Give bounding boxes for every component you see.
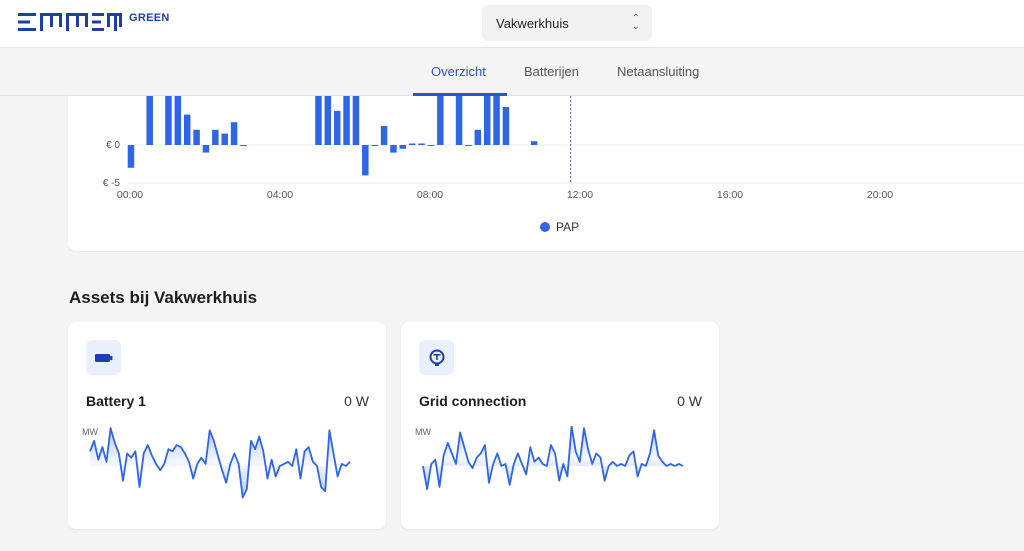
chart-bar[interactable] xyxy=(408,143,416,145)
asset-name: Grid connection xyxy=(419,393,527,409)
y-tick-label: € 0 xyxy=(106,140,120,151)
chart-bar[interactable] xyxy=(380,126,388,145)
chart-bar[interactable] xyxy=(427,145,435,146)
battery-icon xyxy=(94,353,112,362)
chart-bar[interactable] xyxy=(530,141,538,145)
location-select-value: Vakwerkhuis xyxy=(496,15,569,31)
chart-bar[interactable] xyxy=(455,96,463,145)
x-tick-label: 00:00 xyxy=(117,189,143,201)
chart-bar[interactable] xyxy=(240,145,247,146)
chart-bar[interactable] xyxy=(493,96,500,145)
tab-batterijen[interactable]: Batterijen xyxy=(524,64,579,79)
x-tick-label: 08:00 xyxy=(417,189,443,201)
chart-bar[interactable] xyxy=(362,145,369,176)
emma-wordmark-icon xyxy=(18,13,122,31)
x-tick-label: 12:00 xyxy=(567,189,593,201)
chart-bar[interactable] xyxy=(127,145,135,168)
chart-bar[interactable] xyxy=(165,96,172,145)
price-chart-card: € 0 € -5 00:00 04:00 08:00 12:00 16:00 20:00 PA… xyxy=(68,96,1024,251)
chart-bar[interactable] xyxy=(483,96,491,145)
chart-bar[interactable] xyxy=(418,143,425,145)
legend-dot-pap xyxy=(540,222,550,232)
asset-sparkline xyxy=(422,426,684,490)
chevron-updown-icon: ⌃ ⌄ xyxy=(631,13,640,32)
asset-sparkline xyxy=(89,427,351,499)
asset-power-value: 0 W xyxy=(344,393,369,409)
chart-bar[interactable] xyxy=(343,96,350,145)
top-bar: GREEN Vakwerkhuis ⌃ ⌄ xyxy=(0,0,1024,48)
asset-power-value: 0 W xyxy=(677,393,702,409)
chart-bar[interactable] xyxy=(352,96,360,145)
chart-bar[interactable] xyxy=(146,96,153,145)
chart-bar[interactable] xyxy=(324,96,332,145)
chart-bar[interactable] xyxy=(474,129,482,145)
chart-legend[interactable]: PAP xyxy=(540,220,579,234)
grid-connection-icon-tile xyxy=(419,340,454,375)
assets-section-title: Assets bij Vakwerkhuis xyxy=(69,288,258,307)
tab-bar: Overzicht Batterijen Netaansluiting xyxy=(0,48,1024,96)
chart-bar[interactable] xyxy=(502,107,510,145)
y-tick-label: € -5 xyxy=(103,178,121,189)
asset-card-grid-connection[interactable]: Grid connection 0 W MW xyxy=(401,322,719,529)
chart-bar[interactable] xyxy=(399,145,407,149)
logo-suffix: GREEN xyxy=(129,12,170,24)
emma-logo[interactable]: GREEN xyxy=(18,11,170,33)
chart-bar[interactable] xyxy=(437,96,444,145)
chart-bar[interactable] xyxy=(390,145,397,153)
chart-bar[interactable] xyxy=(183,114,191,145)
battery-icon-tile xyxy=(86,340,121,375)
chart-bar[interactable] xyxy=(212,129,219,145)
x-tick-label: 16:00 xyxy=(717,189,743,201)
chart-bar[interactable] xyxy=(315,96,322,145)
legend-label-pap: PAP xyxy=(556,220,580,234)
tab-overzicht[interactable]: Overzicht xyxy=(431,64,486,79)
chart-bar[interactable] xyxy=(202,145,210,153)
sparkline-area xyxy=(423,426,683,490)
chart-bar[interactable] xyxy=(230,122,238,145)
chart-bar[interactable] xyxy=(465,145,472,146)
chart-bar[interactable] xyxy=(371,145,378,146)
chart-bar[interactable] xyxy=(174,96,182,145)
chart-bar[interactable] xyxy=(221,133,228,145)
asset-name: Battery 1 xyxy=(86,393,146,409)
location-select[interactable]: Vakwerkhuis ⌃ ⌄ xyxy=(482,5,652,41)
x-tick-label: 20:00 xyxy=(867,189,893,201)
asset-card-battery-1[interactable]: Battery 1 0 W MW xyxy=(68,322,386,529)
grid-connection-icon xyxy=(429,349,444,366)
chart-bar[interactable] xyxy=(333,110,341,145)
chart-bar[interactable] xyxy=(193,129,200,145)
tab-netaansluiting[interactable]: Netaansluiting xyxy=(617,64,699,79)
x-tick-label: 04:00 xyxy=(267,189,293,201)
